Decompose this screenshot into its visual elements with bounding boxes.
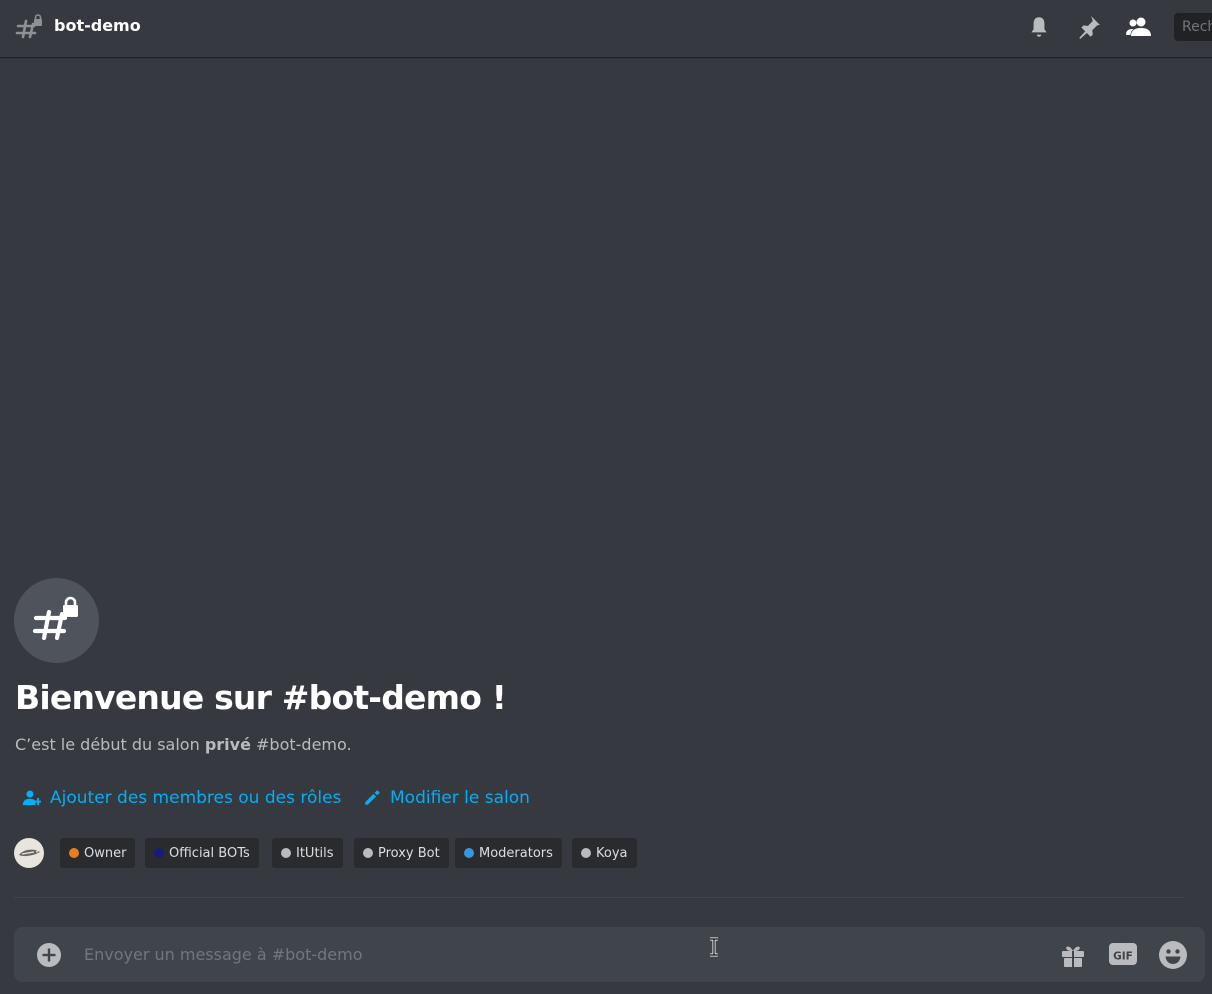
search-placeholder: Rechercher	[1182, 19, 1212, 35]
text-cursor-icon	[708, 937, 720, 957]
plus-circle-icon[interactable]	[36, 942, 62, 968]
role-color-dot	[363, 848, 373, 858]
gif-icon[interactable]: GIF	[1108, 940, 1138, 970]
role-name: Owner	[84, 845, 127, 861]
message-composer: GIF	[14, 927, 1205, 982]
role-chip-official-bots[interactable]: Official BOTs	[145, 838, 259, 868]
role-name: Official BOTs	[169, 845, 250, 861]
channel-title: bot-demo	[54, 16, 141, 35]
role-name: Moderators	[479, 845, 553, 861]
role-chip-owner[interactable]: Owner	[60, 838, 136, 868]
edit-channel-label: Modifier le salon	[390, 788, 530, 808]
discord-channel-view: bot-demo Rechercher	[0, 0, 1212, 994]
members-icon[interactable]	[1125, 14, 1151, 40]
role-chip-proxy-bot[interactable]: Proxy Bot	[354, 838, 449, 868]
channel-header: bot-demo Rechercher	[0, 0, 1212, 57]
role-chip-moderators[interactable]: Moderators	[455, 838, 562, 868]
gif-label: GIF	[1113, 951, 1133, 963]
pin-icon[interactable]	[1076, 14, 1102, 40]
welcome-subtitle-suffix: #bot-demo.	[250, 735, 352, 754]
welcome-title: Bienvenue sur #bot-demo !	[15, 678, 507, 717]
pencil-icon	[365, 790, 380, 805]
channel-avatar	[14, 578, 99, 663]
role-color-dot	[464, 848, 474, 858]
add-members-link[interactable]: Ajouter des membres ou des rôles	[22, 786, 341, 810]
role-name: ItUtils	[296, 845, 334, 861]
role-color-dot	[281, 848, 291, 858]
gift-icon[interactable]	[1058, 940, 1088, 970]
role-chip-itutils[interactable]: ItUtils	[272, 838, 343, 868]
edit-channel-link[interactable]: Modifier le salon	[363, 786, 530, 810]
welcome-subtitle-bold: privé	[204, 735, 251, 754]
hash-lock-icon	[15, 13, 43, 41]
divider	[14, 897, 1184, 898]
role-name: Koya	[596, 845, 628, 861]
welcome-subtitle-prefix: C’est le début du salon	[15, 735, 205, 754]
user-avatar[interactable]	[14, 838, 44, 868]
role-chip-koya[interactable]: Koya	[572, 838, 637, 868]
role-color-dot	[154, 848, 164, 858]
role-color-dot	[69, 848, 79, 858]
bell-icon[interactable]	[1026, 14, 1052, 40]
role-color-dot	[581, 848, 591, 858]
welcome-subtitle: C’est le début du salon privé #bot-demo.	[15, 734, 352, 756]
emoji-icon[interactable]	[1158, 940, 1188, 970]
hash-lock-icon	[33, 596, 78, 641]
search-input[interactable]: Rechercher	[1174, 13, 1212, 41]
message-input[interactable]	[84, 941, 984, 967]
role-name: Proxy Bot	[378, 845, 440, 861]
add-member-icon	[22, 790, 41, 806]
add-members-label: Ajouter des membres ou des rôles	[50, 788, 342, 808]
